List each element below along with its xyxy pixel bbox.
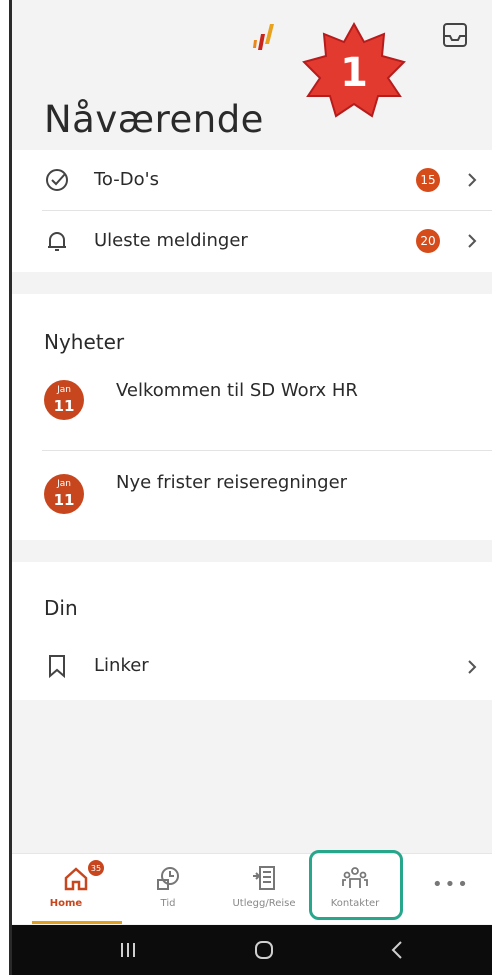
highlight-box-contacts [309, 850, 403, 920]
recent-apps-icon[interactable] [116, 938, 140, 962]
date-day: 11 [53, 397, 75, 415]
app-screen: 1 Nåværende To-Do's 15 Uleste meldinger … [12, 0, 492, 975]
links-label: Linker [94, 655, 149, 676]
nav-expenses[interactable]: Utlegg/Reise [224, 854, 304, 924]
active-tab-indicator [32, 921, 122, 924]
bottom-nav: 35 Home Tid Utlegg/Reise Kontakter ••• [12, 853, 492, 924]
links-row[interactable]: Linker [12, 638, 492, 696]
expense-icon [253, 866, 275, 890]
news-card: Nyheter Jan 11 Velkommen til SD Worx HR … [12, 294, 492, 540]
step-number: 1 [340, 50, 368, 96]
back-icon[interactable] [386, 938, 410, 962]
nav-tid-label: Tid [160, 898, 176, 909]
step-number-badge: 1 [302, 21, 406, 118]
date-badge: Jan 11 [44, 474, 84, 514]
nav-more[interactable]: ••• [404, 854, 484, 924]
header: 1 Nåværende [12, 0, 492, 160]
unread-messages-row[interactable]: Uleste meldinger 20 [12, 211, 492, 271]
date-day: 11 [53, 491, 75, 509]
news-item[interactable]: Jan 11 Velkommen til SD Worx HR [12, 368, 492, 450]
page-title: Nåværende [44, 98, 264, 141]
date-badge: Jan 11 [44, 380, 84, 420]
chevron-right-icon [468, 660, 477, 674]
nav-expenses-label: Utlegg/Reise [232, 898, 296, 909]
chevron-right-icon [468, 234, 477, 248]
todo-count-badge: 15 [416, 168, 440, 192]
nav-home-label: Home [49, 898, 83, 909]
home-button-icon[interactable] [252, 938, 276, 962]
news-item-title: Velkommen til SD Worx HR [116, 380, 358, 401]
more-icon: ••• [432, 874, 470, 895]
date-month: Jan [57, 479, 71, 489]
system-nav-bar [12, 925, 492, 975]
inbox-icon[interactable] [442, 22, 468, 48]
date-month: Jan [57, 385, 71, 395]
news-section-title: Nyheter [44, 330, 125, 354]
clock-icon [157, 867, 179, 890]
din-section-title: Din [44, 596, 78, 620]
chevron-right-icon [468, 173, 477, 187]
home-icon [64, 867, 88, 891]
sd-worx-logo [253, 24, 274, 50]
bell-icon [48, 232, 66, 251]
todo-row[interactable]: To-Do's 15 [12, 150, 492, 210]
current-card: To-Do's 15 Uleste meldinger 20 [12, 150, 492, 272]
check-circle-icon [46, 169, 68, 191]
unread-messages-label: Uleste meldinger [94, 230, 248, 251]
todo-label: To-Do's [94, 169, 159, 190]
nav-home[interactable]: 35 Home [36, 854, 116, 924]
unread-count-badge: 20 [416, 229, 440, 253]
home-badge: 35 [88, 860, 104, 876]
bookmark-icon [49, 655, 65, 679]
divider [42, 450, 492, 451]
news-item[interactable]: Jan 11 Nye frister reiseregninger [12, 452, 492, 538]
nav-tid[interactable]: Tid [128, 854, 208, 924]
din-card: Din Linker [12, 562, 492, 700]
news-item-title: Nye frister reiseregninger [116, 472, 348, 493]
